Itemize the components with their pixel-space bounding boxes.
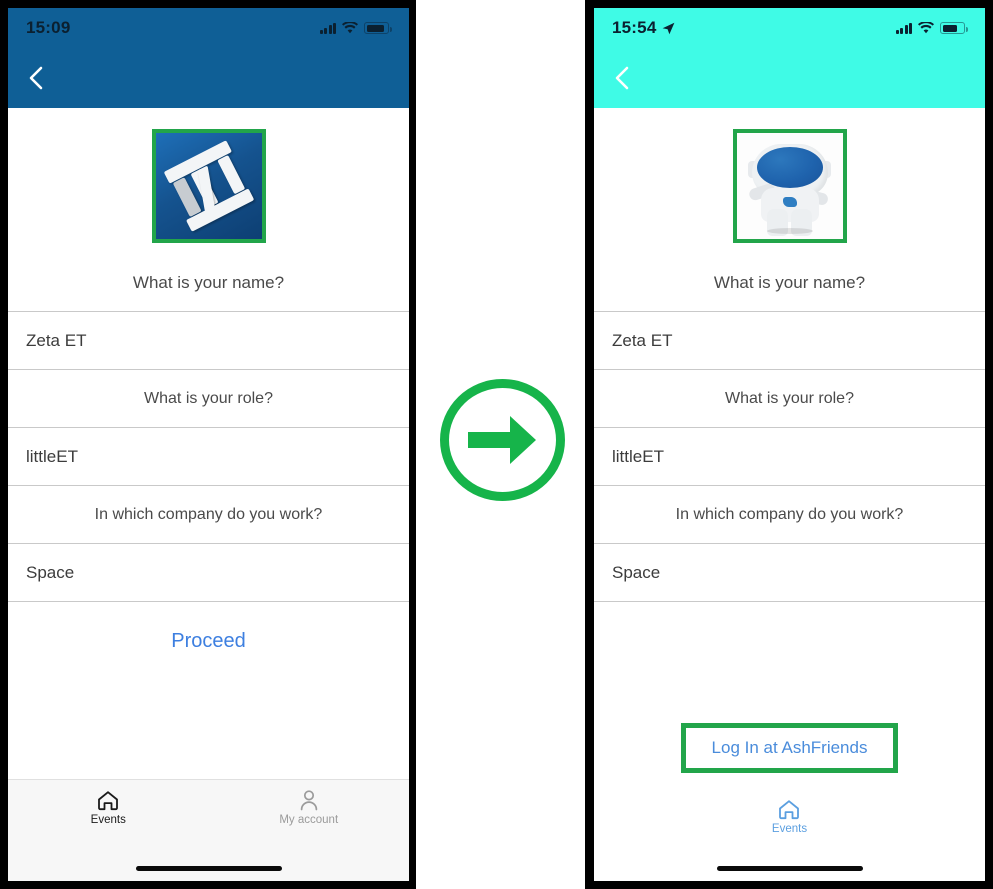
field-company-row[interactable]: Space (594, 544, 985, 602)
field-role-row[interactable]: littleET (594, 428, 985, 486)
field-company-row[interactable]: Space (8, 544, 409, 602)
avatar-highlight-box-before[interactable] (151, 129, 266, 243)
status-time: 15:54 (612, 18, 675, 38)
wifi-icon (342, 22, 358, 34)
app-logo-linkedin-icon (155, 133, 262, 239)
login-at-ashfriends-button[interactable]: Log In at AshFriends (712, 738, 868, 758)
home-indicator[interactable] (135, 865, 282, 871)
signal-bars-icon (319, 22, 336, 34)
tab-events[interactable]: Events (772, 798, 807, 855)
tab-events-label: Events (771, 823, 808, 835)
home-indicator-area-before (8, 855, 409, 881)
field-role-value: littleET (26, 446, 78, 466)
content-before: What is your name? Zeta ET What is your … (8, 108, 409, 881)
phone-frame-after: 15:54 What is your name? Zeta ET What is… (585, 0, 993, 889)
prompt-name-before: What is your name? (132, 273, 285, 292)
signal-bars-icon (895, 22, 912, 34)
content-spacer-after (594, 602, 985, 723)
tab-my-account-label: My account (279, 814, 339, 826)
nav-bar-before (8, 48, 409, 108)
person-icon (300, 790, 317, 811)
astronaut-mascot-icon (736, 133, 843, 239)
field-company-value: Space (26, 562, 75, 582)
prompt-role: What is your role? (8, 370, 409, 428)
home-icon (98, 791, 119, 811)
content-spacer-before (8, 680, 409, 779)
proceed-row: Proceed (8, 602, 409, 680)
field-name-value: Zeta ET (26, 330, 87, 350)
phone-screen-before: 15:09 What is your name? Zeta ET What is… (8, 8, 409, 881)
form-list-before: Zeta ET What is your role? littleET In w… (8, 311, 409, 680)
prompt-name-after: What is your name? (713, 273, 866, 292)
home-icon (779, 800, 800, 820)
avatar-area-after (594, 108, 985, 243)
tab-events-label: Events (90, 814, 126, 826)
tab-bar-before: Events My account (8, 779, 409, 855)
comparison-stage: 15:09 What is your name? Zeta ET What is… (0, 0, 993, 889)
avatar-highlight-box-after[interactable] (732, 129, 847, 243)
phone-frame-before: 15:09 What is your name? Zeta ET What is… (0, 0, 416, 889)
login-action-area: Log In at AshFriends (594, 723, 985, 773)
avatar-area-before (8, 108, 409, 243)
nav-bar-after (594, 48, 985, 108)
prompt-role: What is your role? (594, 370, 985, 428)
field-role-value: littleET (612, 446, 664, 466)
arrow-right-circle-icon (440, 379, 565, 501)
field-role-row[interactable]: littleET (8, 428, 409, 486)
home-indicator-area-after (594, 855, 985, 881)
prompt-company: In which company do you work? (594, 486, 985, 544)
tab-events[interactable]: Events (8, 789, 209, 855)
content-after: What is your name? Zeta ET What is your … (594, 108, 985, 881)
field-name-row[interactable]: Zeta ET (8, 312, 409, 370)
proceed-button[interactable]: Proceed (171, 630, 246, 653)
form-list-after: Zeta ET What is your role? littleET In w… (594, 311, 985, 602)
status-bar-before: 15:09 (8, 8, 409, 48)
home-indicator[interactable] (716, 865, 863, 871)
field-company-value: Space (612, 562, 661, 582)
tab-my-account[interactable]: My account (209, 789, 410, 855)
prompt-company: In which company do you work? (8, 486, 409, 544)
battery-icon (940, 22, 968, 34)
phone-screen-after: 15:54 What is your name? Zeta ET What is… (594, 8, 985, 881)
wifi-icon (918, 22, 934, 34)
status-indicators (895, 22, 968, 34)
status-bar-after: 15:54 (594, 8, 985, 48)
back-chevron-icon[interactable] (21, 63, 51, 93)
back-chevron-icon[interactable] (607, 63, 637, 93)
status-time-text: 15:09 (26, 18, 71, 37)
status-time: 15:09 (26, 18, 70, 38)
status-time-text: 15:54 (612, 18, 657, 37)
field-name-value: Zeta ET (612, 330, 673, 350)
tab-bar-after: Events (594, 789, 985, 855)
field-name-row[interactable]: Zeta ET (594, 312, 985, 370)
status-indicators (319, 22, 392, 34)
battery-icon (364, 22, 392, 34)
location-arrow-icon (662, 22, 675, 35)
login-highlight-box: Log In at AshFriends (680, 723, 899, 773)
